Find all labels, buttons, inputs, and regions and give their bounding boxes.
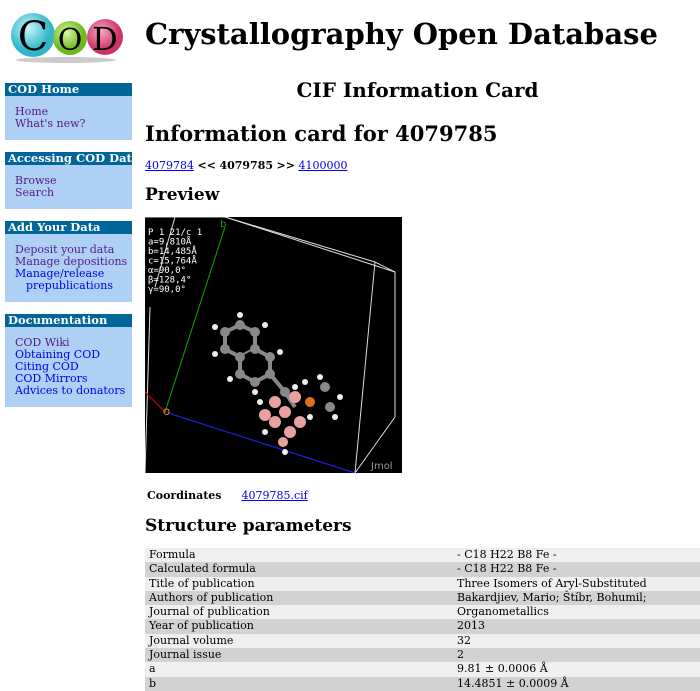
next-entry-link[interactable]: 4100000 [298, 159, 347, 172]
structure-parameters-table: Formula - C18 H22 B8 Fe - Calculated formu… [145, 548, 700, 691]
sidebar-section-title: Accessing COD Data [5, 152, 139, 165]
axis-b-label: b [220, 219, 226, 230]
sidebar-section: Add Your Data Deposit your data Manage dep… [5, 221, 132, 302]
table-row: Journal of publication Organometallics [145, 605, 700, 620]
table-row: Year of publication 2013 [145, 619, 700, 634]
table-row: Title of publication Three Isomers of Ary… [145, 576, 700, 591]
cell-parameter-line: a=9,810Å [148, 236, 192, 248]
sidebar-link[interactable]: What's new? [15, 118, 132, 130]
coordinates-row: Coordinates 4079785.cif [147, 489, 308, 502]
cif-file-link[interactable]: 4079785.cif [242, 489, 308, 502]
nav-sep-next: >> [276, 159, 295, 172]
jmol-viewer[interactable]: P 1 21/c 1 a=9,810Å b=14,485Å c=15,764Å α=90… [144, 216, 402, 474]
axis-origin-label: O [163, 408, 170, 418]
entry-navigation: 4079784 << 4079785 >> 4100000 [145, 159, 347, 172]
sidebar-section-links: Deposit your data Manage depositions Manag… [5, 234, 132, 302]
parameter-name: Calculated formula [149, 562, 256, 576]
cell-parameter-line: β=128,4° [148, 276, 191, 286]
coordinates-label: Coordinates [147, 489, 222, 502]
cell-parameter-line: γ=90,0° [148, 285, 186, 295]
sidebar-section: COD Home Home What's new? [5, 83, 132, 140]
sidebar-section-links: Home What's new? [5, 96, 132, 140]
svg-text:C: C [18, 14, 49, 60]
sidebar-link[interactable]: prepublications [15, 280, 132, 292]
table-row: b 14.4851 ± 0.0009 Å [145, 676, 700, 691]
table-row: Formula - C18 H22 B8 Fe - [145, 548, 700, 563]
parameter-value: 32 [457, 633, 471, 647]
sidebar-section-title: Add Your Data [5, 221, 132, 234]
parameter-value: Bakardjiev, Mario; Štíbr, Bohumil; [457, 590, 647, 604]
cell-parameter-line: α=90,0° [148, 266, 186, 276]
jmol-watermark: Jmol [370, 461, 393, 472]
sidebar-section-title: Documentation [5, 314, 132, 327]
table-row: Journal issue 2 [145, 648, 700, 663]
cell-parameter-line: b=14,485Å [148, 245, 197, 257]
parameter-name: Journal issue [149, 648, 222, 662]
parameter-name: Formula [149, 548, 196, 561]
parameter-value: 14.4851 ± 0.0009 Å [457, 676, 569, 690]
parameter-value: - C18 H22 B8 Fe - [457, 548, 557, 561]
parameter-value: Organometallics [457, 605, 549, 619]
sidebar-section-links: Browse Search [5, 165, 132, 209]
parameter-name: b [149, 676, 157, 690]
sidebar-link[interactable]: Search [15, 187, 132, 199]
table-row: Calculated formula - C18 H22 B8 Fe - [145, 562, 700, 577]
site-title: Crystallography Open Database [145, 17, 658, 51]
cell-parameter-line: P 1 21/c 1 [148, 228, 202, 238]
parameter-name: Journal volume [149, 633, 234, 647]
table-row: Authors of publication Bakardjiev, Mario;… [145, 590, 700, 606]
parameter-value: 2013 [457, 619, 485, 633]
info-title: Information card for 4079785 [145, 121, 498, 146]
table-row: a 9.81 ± 0.0006 Å [145, 662, 700, 677]
table-row: Journal volume 32 [145, 633, 700, 649]
sidebar: COD Home Home What's new? Accessing COD Dat… [5, 83, 139, 419]
nav-sep-prev: << [197, 159, 216, 172]
sidebar-section-links: COD Wiki Obtaining COD Citing COD COD Mirro… [5, 327, 132, 407]
current-entry: 4079785 [219, 159, 274, 172]
prev-entry-link[interactable]: 4079784 [145, 159, 194, 172]
sidebar-section-title: COD Home [5, 83, 132, 96]
card-title: CIF Information Card [296, 78, 539, 102]
sidebar-section: Documentation COD Wiki Obtaining COD Citing… [5, 314, 132, 407]
parameter-name: Authors of publication [149, 590, 274, 604]
parameter-value: 9.81 ± 0.0006 Å [457, 662, 548, 676]
parameter-value: - C18 H22 B8 Fe - [457, 562, 557, 576]
cell-parameter-line: c=15,764Å [148, 255, 197, 267]
parameter-value: Three Isomers of Aryl-Substituted [457, 576, 647, 590]
sidebar-link[interactable]: Advices to donators [15, 385, 132, 397]
structure-parameters-heading: Structure parameters [145, 516, 352, 536]
parameter-name: Journal of publication [149, 605, 270, 619]
preview-heading: Preview [145, 185, 220, 205]
cod-logo[interactable]: C O D [6, 8, 128, 68]
svg-text:O: O [58, 23, 83, 58]
sidebar-section: Accessing COD Data Browse Search [5, 152, 139, 209]
parameter-name: Year of publication [149, 619, 254, 633]
parameter-name: Title of publication [149, 576, 255, 590]
parameter-name: a [149, 662, 156, 676]
svg-text:D: D [92, 20, 118, 58]
parameter-value: 2 [457, 648, 464, 662]
